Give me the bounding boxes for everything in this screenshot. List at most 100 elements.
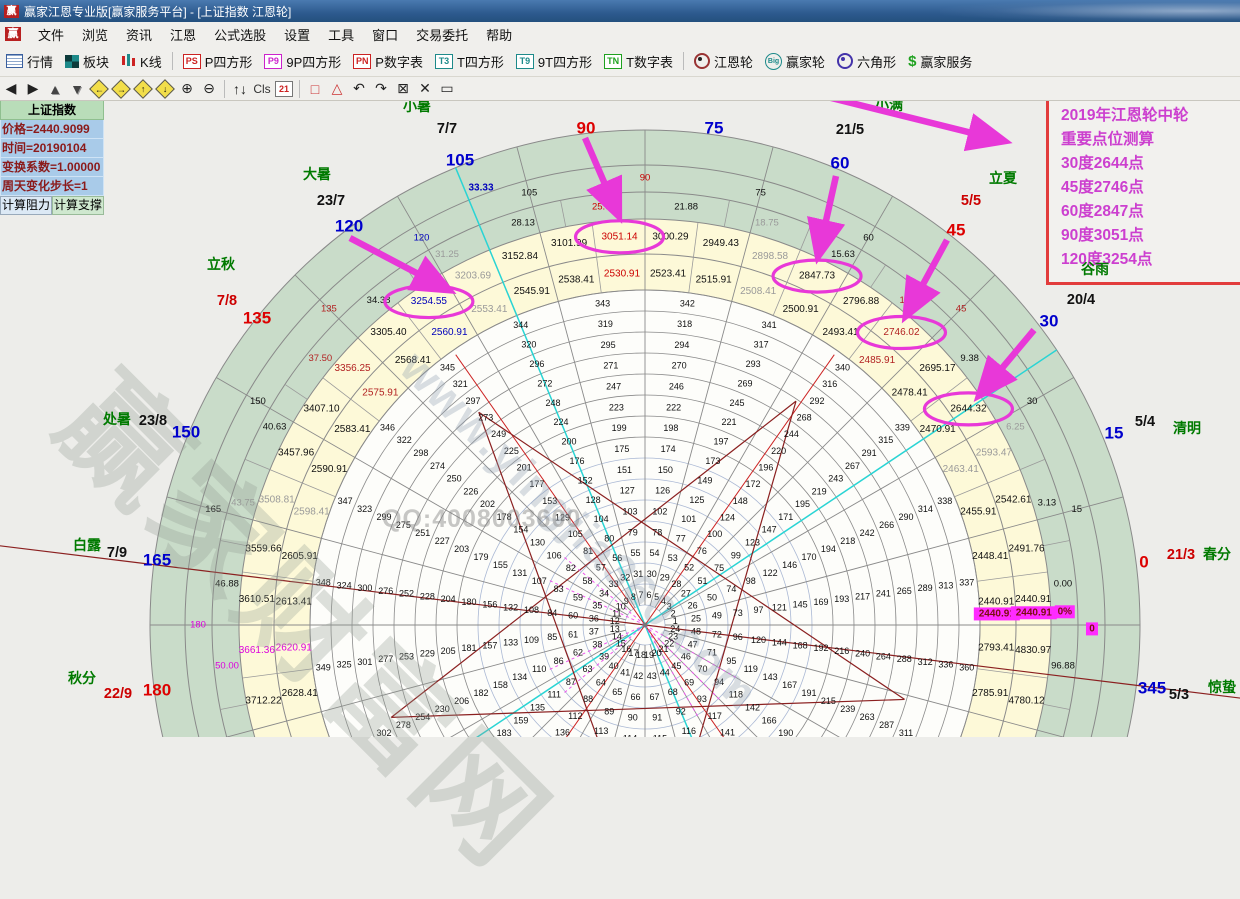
toolbar-button-江恩轮[interactable]: 江恩轮 — [688, 50, 759, 73]
price-label: 2746.02 — [883, 327, 920, 338]
menu-item-0[interactable]: 文件 — [29, 23, 73, 46]
spiral-number: 342 — [680, 298, 695, 308]
main-toolbar: 行情板块K线PSP四方形P99P四方形PNP数字表T3T四方形T99T四方形TN… — [0, 46, 1240, 77]
spiral-number: 273 — [478, 413, 493, 423]
degree-label: 165 — [205, 504, 221, 515]
zoom-in[interactable]: ⊕ — [176, 79, 198, 99]
spiral-number: 159 — [513, 715, 528, 725]
menu-item-6[interactable]: 工具 — [319, 23, 363, 46]
spiral-number: 246 — [669, 382, 684, 392]
spiral-number: 182 — [473, 688, 488, 698]
TN-icon: TN — [604, 54, 622, 69]
spiral-number: 314 — [918, 504, 933, 514]
menu-item-9[interactable]: 帮助 — [477, 23, 521, 46]
info-row-1: 时间=20190104 — [0, 139, 104, 158]
price-label: 2695.17 — [919, 363, 956, 374]
spiral-number: 313 — [938, 580, 953, 590]
toolbar-button-赢家轮[interactable]: Big赢家轮 — [759, 50, 831, 73]
diamond-up[interactable]: ↑ — [132, 79, 154, 99]
menu-item-2[interactable]: 资讯 — [117, 23, 161, 46]
down-triangle[interactable]: ▼ — [66, 79, 88, 99]
spiral-number: 56 — [612, 553, 622, 563]
spiral-number: 81 — [583, 546, 593, 556]
spiral-number: 7 — [639, 590, 644, 600]
spiral-number: 293 — [746, 359, 761, 369]
toolbar-button-K线[interactable]: K线 — [115, 50, 168, 73]
annotation-line-2: 30度2644点 — [1061, 152, 1240, 176]
spiral-number: 197 — [713, 437, 728, 447]
rotate-cw[interactable]: ↷ — [370, 79, 392, 99]
toolbar-separator — [299, 80, 300, 98]
T9-icon: T9 — [516, 54, 534, 69]
toolbar-button-T数字表[interactable]: TNT数字表 — [598, 50, 679, 73]
delete-box[interactable]: ⊠ — [392, 79, 414, 99]
spiral-number: 169 — [813, 597, 828, 607]
price-label: 2785.91 — [972, 688, 1009, 699]
spiral-number: 339 — [895, 422, 910, 432]
spiral-number: 289 — [918, 583, 933, 593]
diamond-right[interactable]: → — [110, 79, 132, 99]
updown-tool[interactable]: ↑↓ — [229, 79, 251, 99]
spiral-number: 3 — [667, 601, 672, 611]
toolbar-button-P四方形[interactable]: PSP四方形 — [177, 50, 259, 73]
toolbar-button-T四方形[interactable]: T3T四方形 — [429, 50, 510, 73]
calc-support-button[interactable]: 计算支撑 — [52, 196, 104, 215]
menu-item-7[interactable]: 窗口 — [363, 23, 407, 46]
menu-item-5[interactable]: 设置 — [275, 23, 319, 46]
titlebar-blur — [940, 0, 1240, 22]
spiral-number: 253 — [399, 651, 414, 661]
collapse-tool[interactable]: ✕ — [414, 79, 436, 99]
spiral-number: 267 — [845, 461, 860, 471]
rotate-ccw[interactable]: ↶ — [348, 79, 370, 99]
spiral-number: 323 — [357, 504, 372, 514]
spiral-number: 147 — [762, 525, 777, 535]
spiral-number: 199 — [612, 423, 627, 433]
spiral-number: 90 — [628, 713, 638, 723]
prev-arrow[interactable]: ◀ — [0, 79, 22, 99]
toolbar-button-行情[interactable]: 行情 — [0, 50, 59, 73]
spiral-number: 291 — [862, 448, 877, 458]
toolbar-button-六角形[interactable]: 六角形 — [831, 50, 902, 73]
screen-tool[interactable]: ▭ — [436, 79, 458, 99]
menu-item-1[interactable]: 浏览 — [73, 23, 117, 46]
spiral-number: 263 — [860, 712, 875, 722]
degree-label: 15 — [1071, 504, 1082, 515]
spiral-number: 299 — [376, 512, 391, 522]
diamond-left[interactable]: ← — [88, 79, 110, 99]
price-label: 2793.41 — [978, 643, 1015, 654]
spiral-number: 54 — [649, 548, 659, 558]
menu-item-4[interactable]: 公式选股 — [205, 23, 275, 46]
up-triangle[interactable]: ▲ — [44, 79, 66, 99]
toolbar-button-9P四方形[interactable]: P99P四方形 — [258, 50, 347, 73]
next-arrow[interactable]: ▶ — [22, 79, 44, 99]
PN-icon: PN — [353, 54, 371, 69]
toolbar-button-P数字表[interactable]: PNP数字表 — [347, 50, 429, 73]
menu-item-3[interactable]: 江恩 — [161, 23, 205, 46]
toolbar-button-9T四方形[interactable]: T99T四方形 — [510, 50, 598, 73]
spiral-number: 123 — [745, 538, 760, 548]
triangle-tool[interactable]: △ — [326, 79, 348, 99]
highlighted-price-cell: 0 — [1089, 623, 1095, 634]
spiral-number: 39 — [599, 651, 609, 661]
rect-tool[interactable]: □ — [304, 79, 326, 99]
toolbar-button-板块[interactable]: 板块 — [59, 50, 115, 73]
toolbar-button-赢家服务[interactable]: $赢家服务 — [902, 50, 978, 73]
calc-resistance-button[interactable]: 计算阻力 — [0, 196, 52, 215]
zoom-out[interactable]: ⊖ — [198, 79, 220, 99]
degree-label: 105 — [521, 188, 537, 199]
price-label: 2440.91 — [1015, 594, 1052, 605]
cls-button[interactable]: Cls — [251, 79, 273, 99]
spiral-number: 341 — [762, 320, 777, 330]
spiral-number: 198 — [663, 423, 678, 433]
spiral-number: 145 — [793, 600, 808, 610]
spiral-number: 97 — [754, 605, 764, 615]
diamond-down[interactable]: ↓ — [154, 79, 176, 99]
menu-item-8[interactable]: 交易委托 — [407, 23, 477, 46]
spiral-number: 36 — [589, 613, 599, 623]
spiral-number: 158 — [493, 680, 508, 690]
spiral-number: 78 — [652, 527, 662, 537]
spiral-number: 292 — [809, 396, 824, 406]
spiral-number: 91 — [652, 713, 662, 723]
calendar-icon[interactable]: 21 — [273, 79, 295, 99]
spiral-number: 133 — [503, 638, 518, 648]
